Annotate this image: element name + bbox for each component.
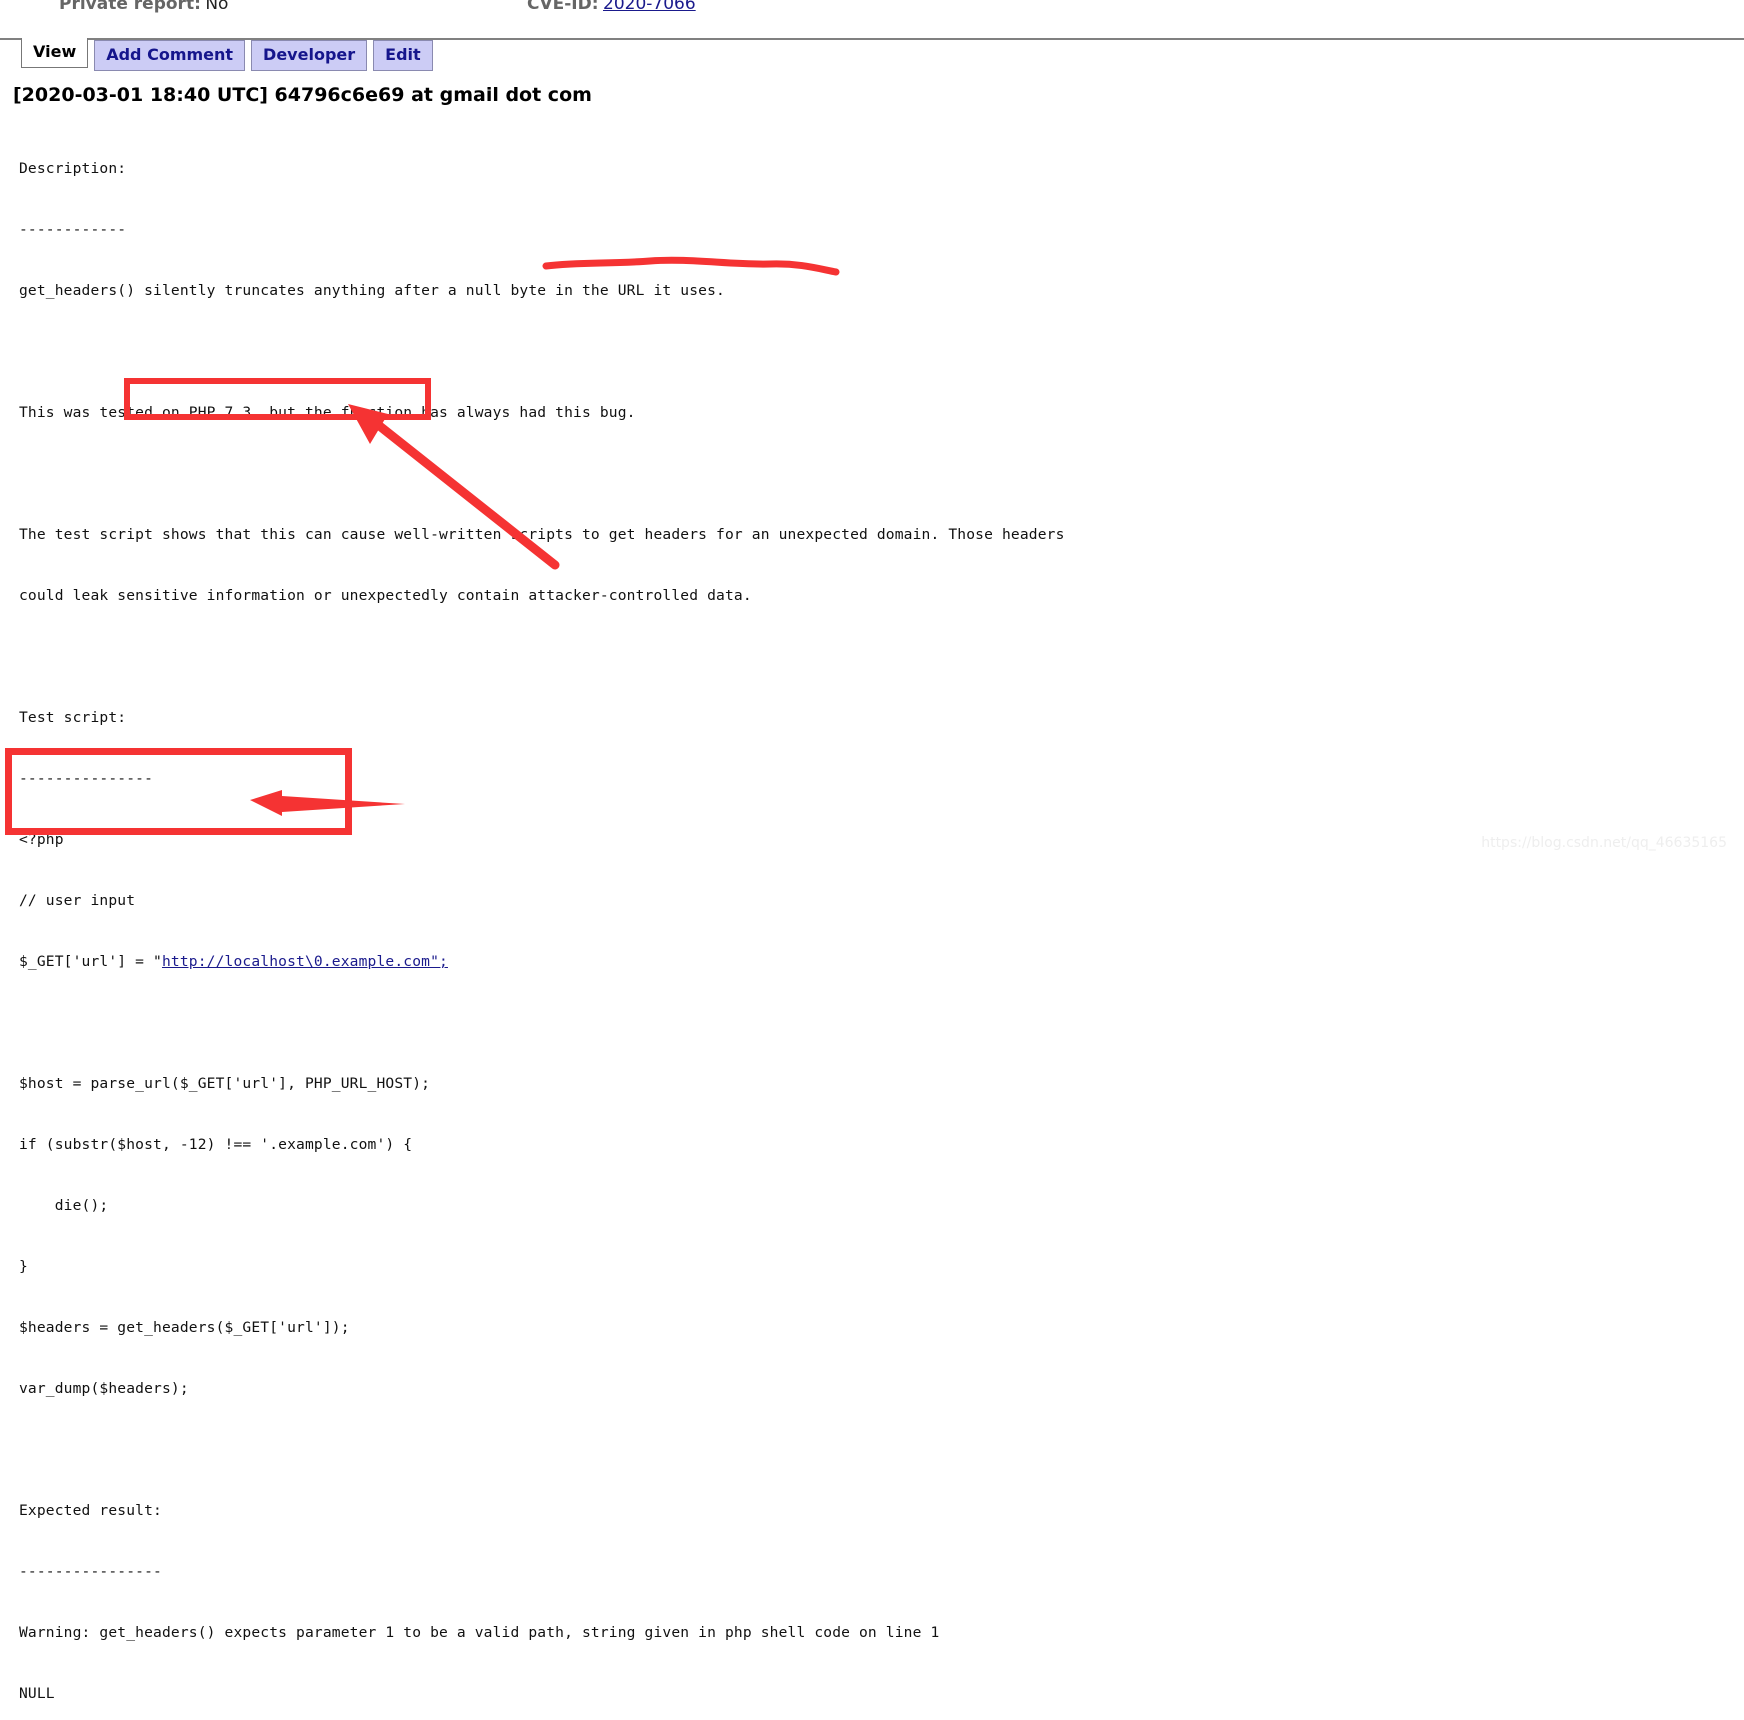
body-line: This was tested on PHP 7.3, but the func… — [19, 403, 636, 421]
body-line: $headers = get_headers($_GET['url']); — [19, 1319, 350, 1337]
cve-id-link[interactable]: 2020-7066 — [603, 0, 696, 14]
private-report-value: No — [205, 0, 229, 14]
body-line: ---------------- — [19, 1563, 162, 1581]
body-line: could leak sensitive information or unex… — [19, 586, 752, 604]
tab-view[interactable]: View — [21, 38, 89, 68]
tab-add-comment[interactable]: Add Comment — [94, 40, 246, 71]
body-line: Description: — [19, 159, 127, 177]
body-line-url-assignment: $_GET['url'] = "http://localhost\0.examp… — [19, 952, 1065, 972]
body-line: } — [19, 1258, 28, 1276]
body-blank-line — [19, 1013, 1065, 1033]
body-line: NULL — [19, 1685, 55, 1703]
body-line: get_headers() silently truncates anythin… — [19, 281, 725, 299]
tab-bar: View Add Comment Developer Edit — [0, 38, 1744, 72]
body-line: Warning: get_headers() expects parameter… — [19, 1624, 940, 1642]
body-line: ------------ — [19, 220, 127, 238]
private-report-label: Private report: — [59, 0, 201, 14]
body-line: <?php — [19, 831, 64, 849]
body-line: // user input — [19, 892, 136, 910]
body-blank-line — [19, 647, 1065, 667]
body-line: $host = parse_url($_GET['url'], PHP_URL_… — [19, 1075, 431, 1093]
url-assignment-prefix: $_GET['url'] = " — [19, 953, 162, 971]
cve-id-field: CVE-ID: 2020-7066 — [527, 0, 696, 14]
body-line: var_dump($headers); — [19, 1380, 189, 1398]
body-line: Test script: — [19, 708, 127, 726]
watermark: https://blog.csdn.net/qq_46635165 — [1481, 835, 1727, 851]
tab-developer[interactable]: Developer — [251, 40, 368, 71]
body-blank-line — [19, 342, 1065, 362]
body-line: die(); — [19, 1197, 109, 1215]
url-link[interactable]: http://localhost\0.example.com"; — [162, 953, 448, 970]
body-line: if (substr($host, -12) !== '.example.com… — [19, 1136, 413, 1154]
comment-body: Description: ------------ get_headers() … — [19, 118, 1065, 1720]
body-line: --------------- — [19, 770, 154, 787]
cve-id-label: CVE-ID: — [527, 0, 599, 14]
comment-heading: [2020-03-01 18:40 UTC] 64796c6e69 at gma… — [13, 84, 592, 106]
private-report-field: Private report: No — [59, 0, 228, 14]
body-blank-line — [19, 1440, 1065, 1460]
body-line: Expected result: — [19, 1502, 162, 1520]
body-line: The test script shows that this can caus… — [19, 525, 1065, 543]
tab-edit[interactable]: Edit — [373, 40, 433, 71]
report-meta-row: Private report: No CVE-ID: 2020-7066 — [0, 0, 1744, 20]
body-blank-line — [19, 464, 1065, 484]
